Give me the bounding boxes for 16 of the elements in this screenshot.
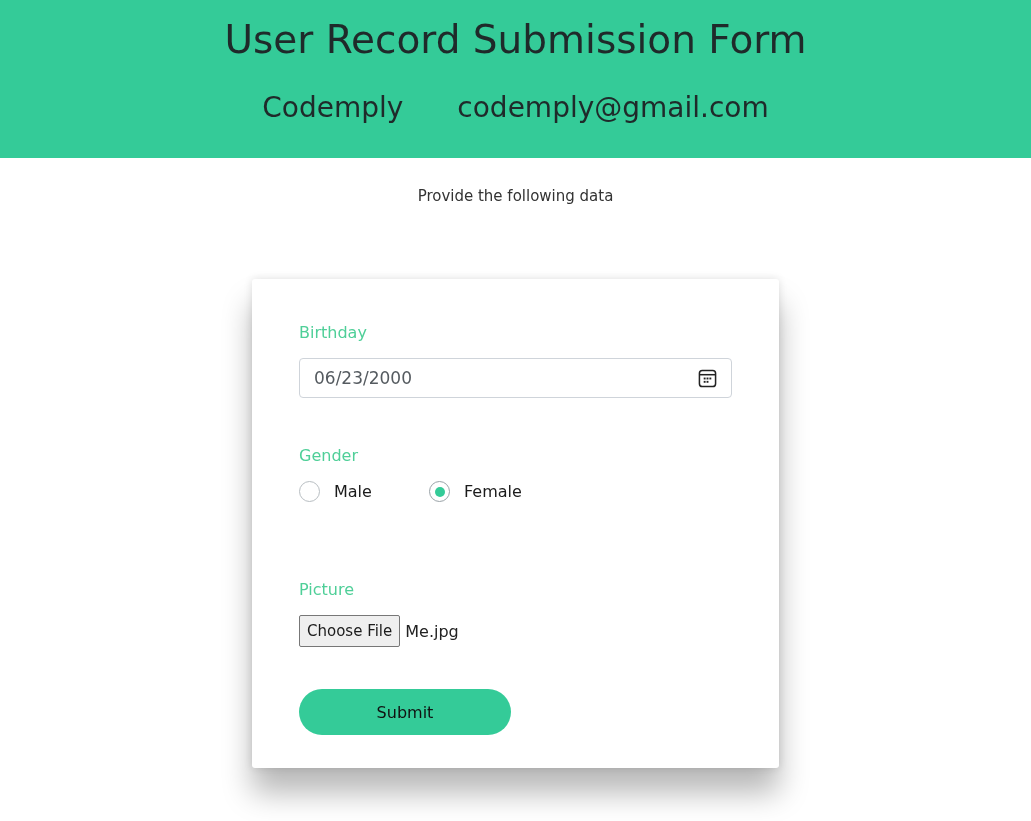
radio-button[interactable] [429,481,450,502]
choose-file-button[interactable]: Choose File [299,615,401,647]
field-label: Birthday [299,322,367,344]
intro-text: Provide the following data [416,186,615,207]
field-label: Picture [299,579,355,601]
radio-button[interactable] [299,481,320,502]
radio-label[interactable]: Female [464,482,522,501]
file-name: Me.jpg [405,621,459,641]
submit-button[interactable]: Submit [299,689,511,735]
date-field[interactable]: 06/23/2000 [299,358,732,398]
author-name: Codemply [262,90,404,126]
page-title: User Record Submission Form [224,16,807,64]
field-label: Gender [299,445,358,467]
radio-label[interactable]: Male [334,482,372,501]
author-email: codemply@gmail.com [457,90,769,126]
calendar-icon[interactable] [698,368,717,388]
